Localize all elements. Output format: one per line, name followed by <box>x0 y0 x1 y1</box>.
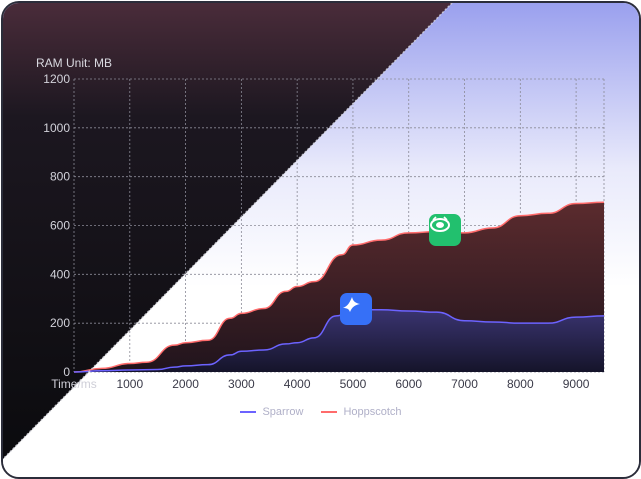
x-tick-label: 1000 <box>116 377 143 391</box>
x-tick-label: 3000 <box>228 377 255 391</box>
legend-label-hoppscotch: Hoppscotch <box>343 406 402 418</box>
legend-swatch-hoppscotch <box>321 411 338 413</box>
legend-item-sparrow[interactable]: Sparrow <box>240 406 303 418</box>
y-tick-label: 600 <box>50 219 70 233</box>
y-tick-label: 800 <box>50 170 70 184</box>
hoppscotch-logo <box>429 213 461 246</box>
y-axis-unit-label: RAM Unit: MB <box>36 56 113 70</box>
legend-swatch-sparrow <box>240 411 257 413</box>
x-tick-label: 2000 <box>172 377 199 391</box>
x-tick-label: 4000 <box>284 377 311 391</box>
x-tick-label: 6000 <box>395 377 422 391</box>
y-tick-label: 400 <box>50 267 70 281</box>
legend-label-sparrow: Sparrow <box>262 406 304 418</box>
x-tick-label: 5000 <box>340 377 367 391</box>
y-tick-label: 1200 <box>43 72 70 86</box>
y-tick-label: 1000 <box>43 121 70 135</box>
x-tick-label: 7000 <box>451 377 478 391</box>
chart-card: 0 200 400 600 800 1000 1200 1000 2000 3000 4000 500… <box>1 1 641 479</box>
x-tick-label: 8000 <box>507 377 534 391</box>
sparrow-logo <box>339 292 372 325</box>
legend: Sparrow Hoppscotch <box>3 406 639 418</box>
x-axis-label: Time/ms <box>51 377 97 391</box>
y-tick-label: 200 <box>50 316 70 330</box>
legend-item-hoppscotch[interactable]: Hoppscotch <box>321 406 402 418</box>
x-tick-label: 9000 <box>563 377 590 391</box>
